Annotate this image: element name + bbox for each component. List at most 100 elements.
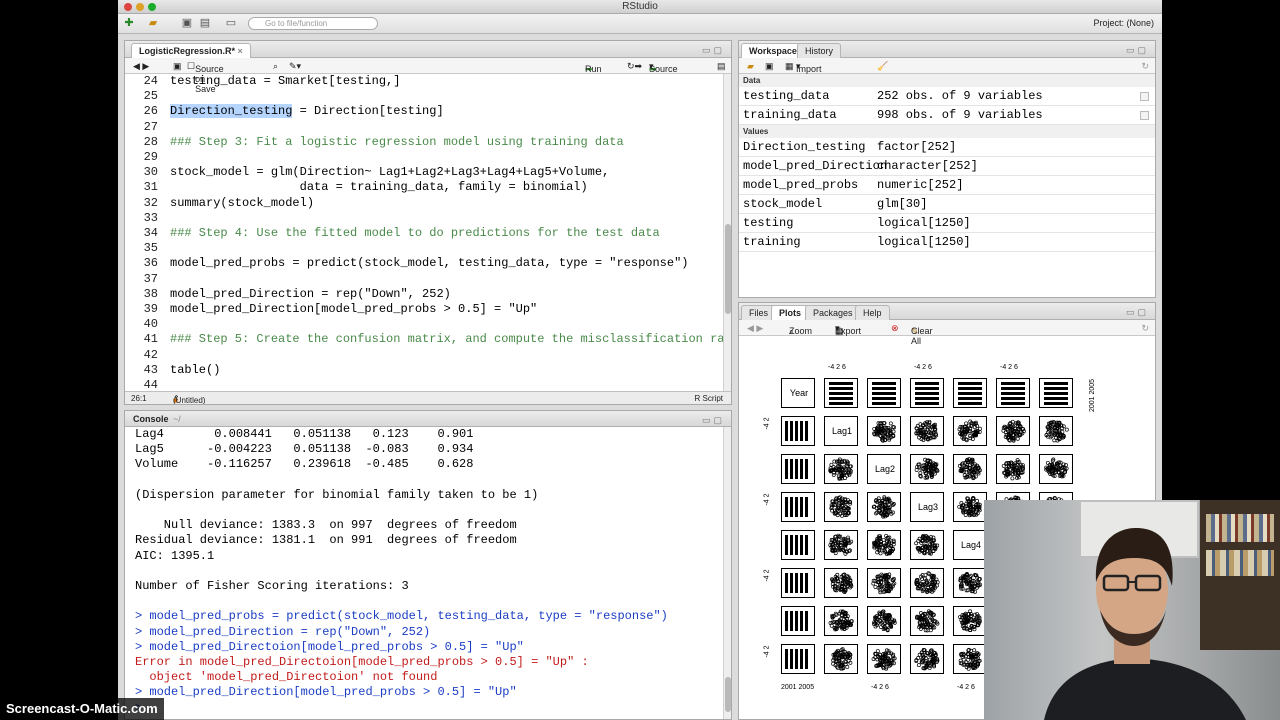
scatter-point	[875, 550, 880, 555]
code-line[interactable]: 31 data = training_data, family = binomi…	[125, 180, 731, 195]
code-line[interactable]: 37	[125, 272, 731, 287]
line-number: 36	[143, 256, 158, 271]
tab-packages[interactable]: Packages	[805, 305, 861, 320]
scatter-panel	[910, 644, 944, 674]
console-scroll-thumb[interactable]	[725, 677, 731, 712]
year-strip	[958, 402, 982, 405]
outline-icon[interactable]: ▤	[717, 61, 726, 72]
year-strip	[800, 573, 803, 593]
code-line[interactable]: 33	[125, 211, 731, 226]
console-output-line: Null deviance: 1383.3 on 997 degrees of …	[135, 518, 517, 533]
tab-workspace[interactable]: Workspace	[741, 43, 805, 58]
new-file-icon[interactable]: ✚	[122, 17, 136, 30]
import-dataset-button[interactable]: ▦ Import Dataset ▾	[785, 61, 827, 84]
editor-scroll-thumb[interactable]	[725, 224, 731, 314]
source-editor-pane: LogisticRegression.R* × ▭▢ ◀ ▶ ▣ ☐ Sourc…	[124, 40, 732, 405]
workspace-value-row[interactable]: model_pred_probs numeric[252]	[739, 176, 1155, 195]
save-workspace-icon[interactable]: ▣	[765, 61, 774, 72]
code-line[interactable]: 43 table()	[125, 363, 731, 378]
project-menu[interactable]: Project: (None)	[1093, 18, 1154, 28]
title-bar: RStudio	[118, 0, 1162, 14]
scope-indicator[interactable]: ■ (Untitled) ⇕	[173, 394, 205, 404]
panel-variable-label: Year	[789, 388, 809, 398]
code-line[interactable]: 25	[125, 89, 731, 104]
scatter-points	[1001, 419, 1026, 443]
workspace-value-row[interactable]: model_pred_Direction character[252]	[739, 157, 1155, 176]
code-line[interactable]: 26 Direction_testing = Direction[testing]	[125, 104, 731, 119]
tab-history[interactable]: History	[797, 43, 842, 58]
scatter-panel	[910, 416, 944, 446]
load-workspace-icon[interactable]: ▰	[747, 61, 754, 72]
workspace-window-buttons[interactable]: ▭▢	[1126, 45, 1149, 56]
goto-file-input[interactable]: Go to file/function	[248, 17, 378, 30]
year-strip	[805, 535, 808, 555]
code-line[interactable]: 30 stock_model = glm(Direction~ Lag1+Lag2…	[125, 165, 731, 180]
console-tab[interactable]: Console	[133, 414, 169, 424]
workspace-data-row[interactable]: testing_data 252 obs. of 9 variables	[739, 87, 1155, 106]
tab-logistic-regression[interactable]: LogisticRegression.R* ×	[131, 43, 251, 58]
scatter-panel	[824, 606, 858, 636]
back-arrow-icon[interactable]: ◀ ▶	[133, 61, 149, 72]
close-tab-icon[interactable]: ×	[238, 46, 243, 56]
export-button[interactable]: ▦ Export ▾	[835, 323, 861, 336]
source-on-save-checkbox[interactable]: ☐ Source on Save	[187, 61, 224, 94]
scatter-panel	[867, 530, 901, 560]
refresh-icon[interactable]: ↻	[1141, 61, 1149, 72]
save-all-icon[interactable]: ▤	[198, 17, 212, 30]
file-type-indicator[interactable]: R Script	[695, 394, 723, 403]
rerun-icon[interactable]: ↻➡	[627, 61, 642, 72]
view-data-icon[interactable]	[1140, 111, 1149, 120]
clear-workspace-icon[interactable]: 🧹	[877, 61, 888, 72]
code-line[interactable]: 41 ### Step 5: Create the confusion matri…	[125, 332, 731, 347]
print-icon[interactable]: ▭	[224, 17, 238, 30]
code-line[interactable]: 24 testing_data = Smarket[testing,]	[125, 74, 731, 89]
editor-scrollbar[interactable]	[723, 74, 731, 391]
code-line[interactable]: 39 model_pred_Direction[model_pred_probs …	[125, 302, 731, 317]
code-line[interactable]: 28 ### Step 3: Fit a logistic regression …	[125, 135, 731, 150]
refresh-plot-icon[interactable]: ↻	[1141, 323, 1149, 334]
code-line[interactable]: 42	[125, 348, 731, 363]
console-window-buttons[interactable]: ▭▢	[702, 415, 725, 426]
remove-plot-icon[interactable]: ⊗	[891, 323, 899, 334]
code-line[interactable]: 36 model_pred_probs = predict(stock_model…	[125, 256, 731, 271]
tab-plots[interactable]: Plots	[771, 305, 810, 320]
year-strip	[800, 611, 803, 631]
code-line[interactable]: 27	[125, 120, 731, 135]
scatter-point	[845, 664, 850, 669]
code-line[interactable]: 35	[125, 241, 731, 256]
scatter-points	[871, 495, 896, 519]
code-line[interactable]: 38 model_pred_Direction = rep("Down", 252…	[125, 287, 731, 302]
workspace-value-row[interactable]: testing logical[1250]	[739, 214, 1155, 233]
line-text: data = training_data, family = binomial)	[170, 180, 588, 195]
workspace-data-row[interactable]: training_data 998 obs. of 9 variables	[739, 106, 1155, 125]
workspace-value-row[interactable]: stock_model glm[30]	[739, 195, 1155, 214]
year-strip	[795, 535, 798, 555]
console-command: > model_pred_Directoion[model_pred_probs…	[135, 639, 524, 654]
scatter-panel	[953, 454, 987, 484]
plots-window-buttons[interactable]: ▭▢	[1126, 307, 1149, 318]
code-line[interactable]: 40	[125, 317, 731, 332]
source-button[interactable]: ➡ Source ▾	[649, 61, 678, 74]
code-line[interactable]: 34 ### Step 4: Use the fitted model to do…	[125, 226, 731, 241]
wand-icon[interactable]: ✎▾	[289, 61, 301, 72]
workspace-value-row[interactable]: training logical[1250]	[739, 233, 1155, 252]
prev-plot-icon[interactable]: ◀ ▶	[747, 323, 763, 334]
scatter-panel	[996, 454, 1030, 484]
code-line[interactable]: 32 summary(stock_model)	[125, 196, 731, 211]
view-data-icon[interactable]	[1140, 92, 1149, 101]
workspace-value-row[interactable]: Direction_testing factor[252]	[739, 138, 1155, 157]
console-scrollbar[interactable]	[723, 427, 731, 719]
scatter-point	[831, 661, 836, 666]
year-strip	[1044, 387, 1068, 390]
search-icon[interactable]: ⌕	[273, 61, 278, 72]
pane-window-buttons[interactable]: ▭▢	[702, 45, 725, 56]
open-file-icon[interactable]: ▰	[146, 17, 160, 30]
scatter-panel	[910, 378, 944, 408]
code-line[interactable]: 29	[125, 150, 731, 165]
line-number: 43	[143, 362, 158, 377]
save-icon[interactable]: ▣	[180, 17, 194, 30]
save-doc-icon[interactable]: ▣	[173, 61, 182, 72]
tab-help[interactable]: Help	[855, 305, 890, 320]
scatter-panel	[867, 492, 901, 522]
line-number: 32	[143, 195, 158, 210]
